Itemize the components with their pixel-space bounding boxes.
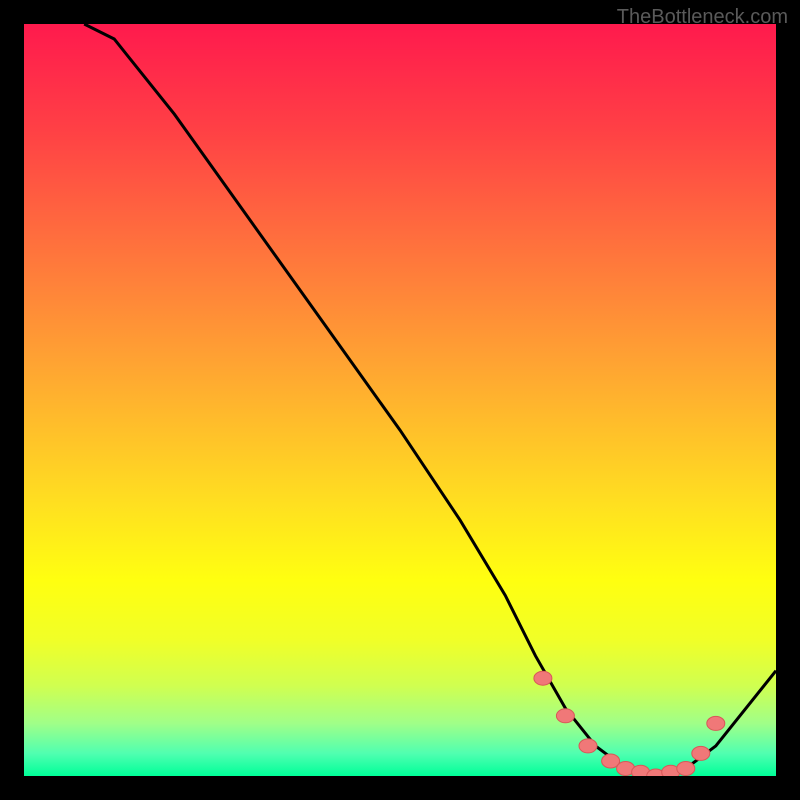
marker-dot	[692, 746, 710, 760]
plot-area	[24, 24, 776, 776]
marker-dot	[579, 739, 597, 753]
chart-svg	[24, 24, 776, 776]
marker-dot	[707, 716, 725, 730]
marker-dot	[556, 709, 574, 723]
watermark-text: TheBottleneck.com	[617, 6, 788, 29]
marker-dot	[677, 762, 695, 776]
bottleneck-curve	[84, 24, 776, 776]
marker-dot	[534, 671, 552, 685]
